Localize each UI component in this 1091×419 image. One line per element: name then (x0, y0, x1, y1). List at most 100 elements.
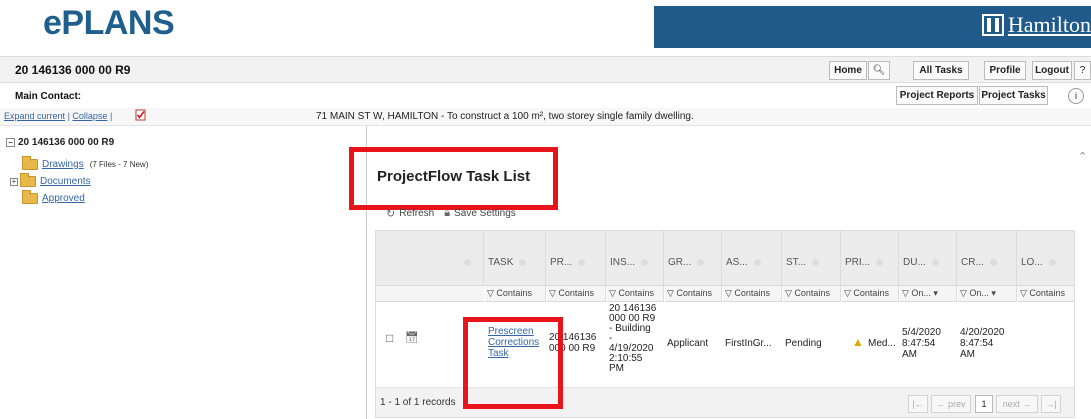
collapse-expander-icon[interactable]: − (6, 138, 15, 147)
tree-item-label[interactable]: Drawings (42, 159, 84, 170)
sort-icon[interactable] (519, 258, 527, 266)
project-reports-button[interactable]: Project Reports (896, 86, 978, 105)
tree-item-label[interactable]: Documents (40, 176, 91, 187)
refresh-icon[interactable]: ↻ (386, 207, 395, 220)
filter-group[interactable]: ▽ Contains (664, 286, 722, 302)
column-header-created[interactable]: CR... (957, 231, 1017, 286)
comment-icon[interactable]: □ (386, 332, 393, 344)
logout-button[interactable]: Logout (1032, 61, 1072, 80)
column-header-actions (376, 231, 484, 286)
eplans-logo[interactable]: ePLANS (43, 4, 175, 43)
sort-icon[interactable] (578, 258, 586, 266)
hamilton-logo[interactable]: Hamilton (981, 12, 1091, 38)
panel-toolbar: ↻ Refresh 🔒︎ Save Settings (386, 207, 516, 220)
filter-instance[interactable]: ▽ Contains (606, 286, 664, 302)
sort-icon[interactable] (812, 258, 820, 266)
collapse-link[interactable]: Collapse (72, 111, 107, 121)
column-header-group[interactable]: GR... (664, 231, 722, 286)
project-address: 71 MAIN ST W, HAMILTON - To construct a … (316, 111, 694, 122)
current-page[interactable]: 1 (975, 395, 993, 413)
sort-icon[interactable] (464, 258, 471, 266)
created-cell: 4/20/2020 8:47:54 AM (960, 327, 1005, 360)
project-titlebar: 20 146136 000 00 R9 Home 🔍︎ All Tasks Pr… (0, 56, 1091, 83)
tree-root-label: 20 146136 000 00 R9 (18, 137, 115, 148)
grid-filter-row: ▽ Contains ▽ Contains ▽ Contains ▽ Conta… (376, 286, 1074, 302)
sort-icon[interactable] (697, 258, 705, 266)
city-banner: Hamilton (654, 6, 1091, 48)
project-title: 20 146136 000 00 R9 (15, 63, 131, 77)
expand-links: Expand current | Collapse | (4, 111, 112, 121)
tree-item-label[interactable]: Approved (42, 193, 85, 204)
save-settings-button[interactable]: Save Settings (454, 208, 516, 219)
tree-item-note: (7 Files - 7 New) (89, 160, 149, 169)
filter-location[interactable]: ▽ Contains (1017, 286, 1074, 302)
lock-icon[interactable]: 🔒︎ (444, 207, 450, 220)
prev-page-button[interactable]: ← prev (931, 395, 971, 413)
folder-icon (22, 190, 38, 204)
scroll-up-icon[interactable]: ⌃ (1078, 150, 1087, 163)
column-header-status[interactable]: ST... (782, 231, 841, 286)
expand-current-link[interactable]: Expand current (4, 111, 65, 121)
column-header-priority[interactable]: PRI... (841, 231, 899, 286)
column-header-task[interactable]: TASK (484, 231, 546, 286)
all-tasks-button[interactable]: All Tasks (913, 61, 969, 80)
filter-task[interactable]: ▽ Contains (484, 286, 546, 302)
sort-icon[interactable] (876, 258, 884, 266)
folder-icon (20, 173, 36, 187)
tree-root[interactable]: − 20 146136 000 00 R9 (6, 137, 114, 148)
sort-icon[interactable] (1048, 258, 1056, 266)
instance-cell: 20 146136 000 00 R9 - Building - 4/19/20… (609, 303, 657, 374)
filter-assigned[interactable]: ▽ Contains (722, 286, 782, 302)
record-count: 1 - 1 of 1 records (380, 397, 456, 408)
filter-project[interactable]: ▽ Contains (546, 286, 606, 302)
first-page-button[interactable]: |← (908, 395, 928, 413)
tree-item-documents[interactable]: + Documents (10, 173, 91, 187)
tree-item-approved[interactable]: Approved (22, 190, 85, 204)
group-cell: Applicant (667, 338, 709, 349)
column-header-location[interactable]: LO... (1017, 231, 1074, 286)
search-icon: 🔍︎ (872, 65, 886, 76)
top-banner: ePLANS Hamilton (0, 0, 1091, 48)
calendar-icon[interactable]: 📅︎ (405, 333, 419, 344)
refresh-button[interactable]: Refresh (399, 208, 434, 219)
contact-row: Main Contact: Project Reports Project Ta… (0, 86, 1091, 108)
tree-item-drawings[interactable]: Drawings (7 Files - 7 New) (22, 156, 149, 170)
sort-icon[interactable] (989, 258, 997, 266)
help-button[interactable]: ? (1074, 61, 1091, 80)
help-icon: ? (1079, 65, 1086, 76)
info-icon[interactable]: i (1068, 88, 1084, 104)
checklist-icon[interactable] (135, 109, 146, 121)
home-button[interactable]: Home (829, 61, 867, 80)
link-separator: | (109, 111, 113, 121)
next-page-button[interactable]: next → (996, 395, 1038, 413)
column-header-due[interactable]: DU... (899, 231, 957, 286)
status-cell: Pending (785, 338, 822, 349)
column-header-assigned[interactable]: AS... (722, 231, 782, 286)
filter-priority[interactable]: ▽ Contains (841, 286, 899, 302)
sort-icon[interactable] (931, 258, 939, 266)
filter-due[interactable]: ▽ On... ▾ (899, 286, 957, 302)
folder-icon (22, 156, 38, 170)
profile-button[interactable]: Profile (984, 61, 1026, 80)
due-cell: 5/4/2020 8:47:54 AM (902, 327, 941, 360)
column-header-project[interactable]: PR... (546, 231, 606, 286)
hamilton-crest-icon (981, 14, 1004, 36)
project-tasks-button[interactable]: Project Tasks (979, 86, 1048, 105)
main-contact-label: Main Contact: (15, 91, 82, 102)
warning-icon: ▲ (852, 335, 864, 349)
priority-cell: Med... (868, 338, 896, 349)
search-button[interactable]: 🔍︎ (868, 61, 890, 80)
expand-row: Expand current | Collapse | 71 MAIN ST W… (0, 108, 1091, 126)
column-header-instance[interactable]: INS... (606, 231, 664, 286)
expand-expander-icon[interactable]: + (10, 177, 18, 186)
filter-status[interactable]: ▽ Contains (782, 286, 841, 302)
sort-icon[interactable] (641, 258, 649, 266)
assigned-cell: FirstInGr... (725, 338, 772, 349)
filter-created[interactable]: ▽ On... ▾ (957, 286, 1017, 302)
hamilton-logo-text: Hamilton (1007, 12, 1091, 37)
highlight-box-task (463, 317, 563, 409)
sort-icon[interactable] (753, 258, 761, 266)
highlight-box-title (349, 147, 558, 210)
grid-header-row: TASK PR... INS... GR... AS... ST... PRI.… (376, 231, 1074, 286)
last-page-button[interactable]: →| (1041, 395, 1061, 413)
